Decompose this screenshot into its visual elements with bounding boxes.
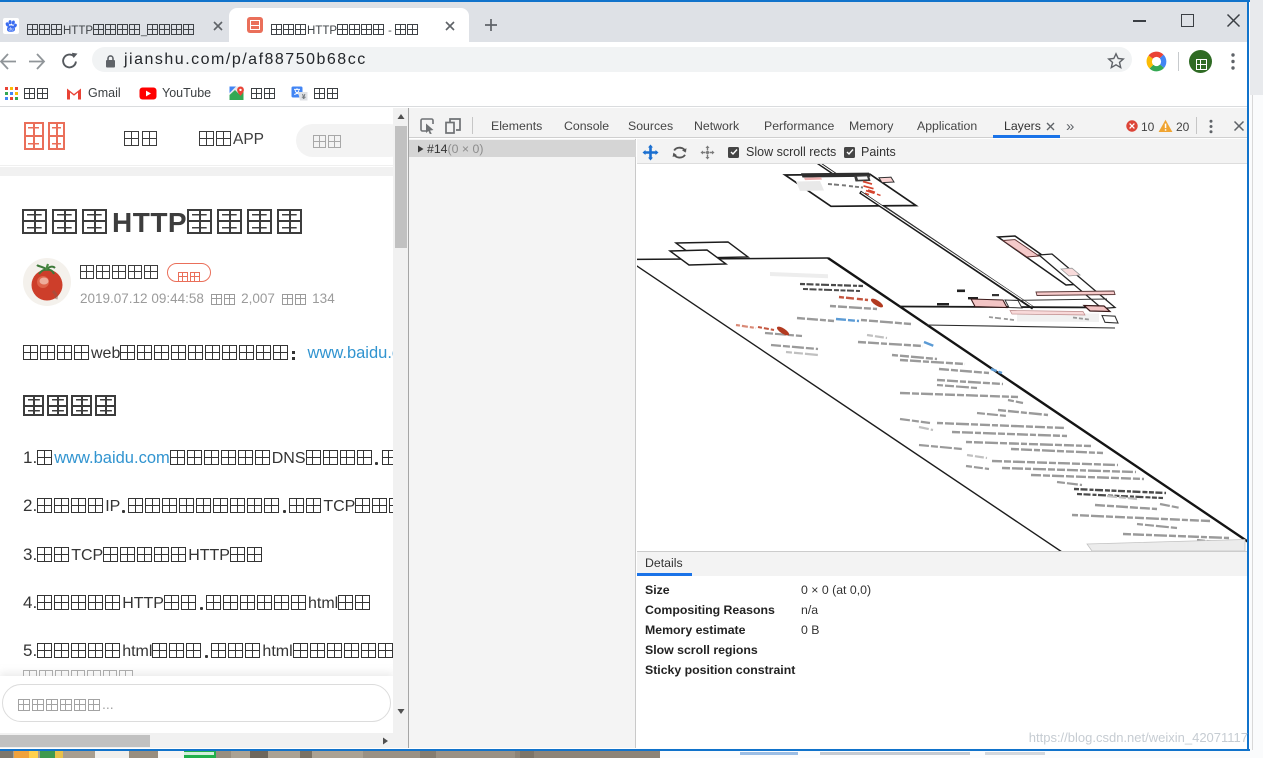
svg-text:du: du xyxy=(8,26,14,31)
